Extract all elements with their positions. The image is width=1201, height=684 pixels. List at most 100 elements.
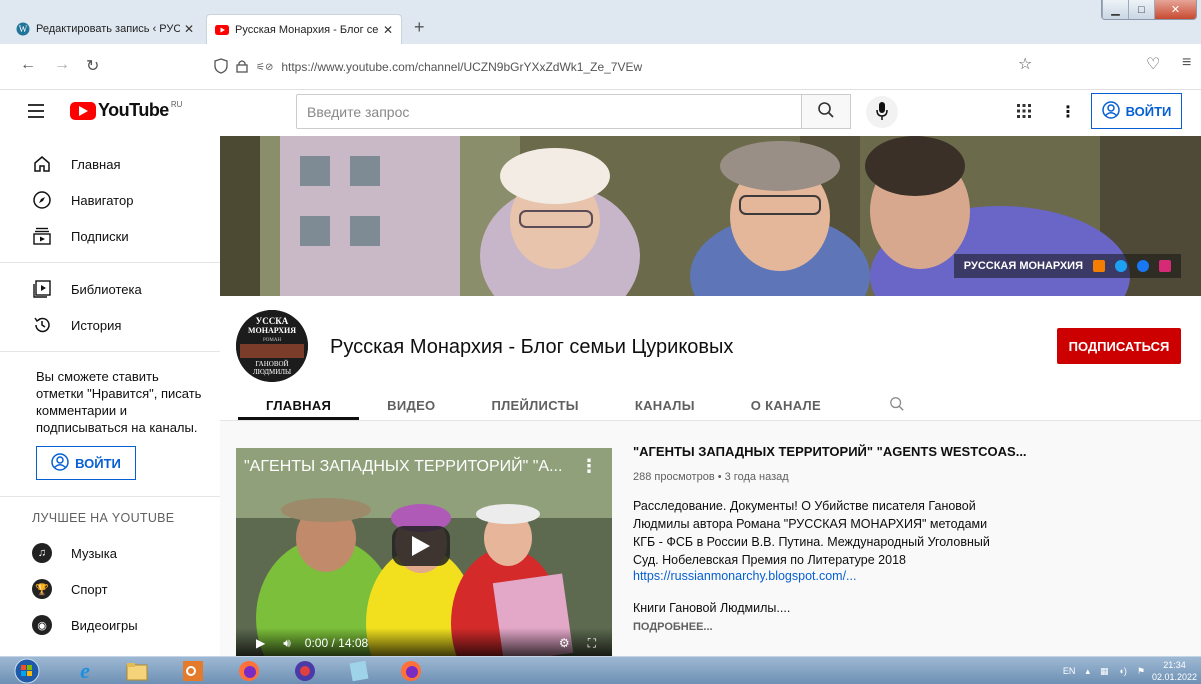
url-text: https://www.youtube.com/channel/UCZN9bGr…	[281, 60, 643, 74]
internet-explorer-icon[interactable]: e	[72, 658, 98, 683]
tab-playlists[interactable]: ПЛЕЙЛИСТЫ	[463, 386, 606, 420]
subscriptions-icon	[32, 226, 52, 246]
hamburger-menu-icon[interactable]: ≡	[1182, 54, 1191, 72]
tray-expand-icon[interactable]: ▴	[1085, 666, 1090, 677]
channel-banner: РУССКАЯ МОНАРХИЯ	[220, 136, 1201, 296]
channel-header: УССКА МОНАРХИЯ РОМАН ГАНОВОЙ ЛЮДМИЛЫ Рус…	[220, 296, 1201, 420]
youtube-logo[interactable]: YouTube RU	[70, 100, 182, 121]
reload-icon[interactable]: ↻	[86, 56, 99, 76]
tab-wordpress[interactable]: W Редактировать запись ‹ РУССК ✕	[8, 14, 202, 44]
region-code: RU	[170, 100, 183, 109]
guide-menu-icon[interactable]	[28, 104, 44, 118]
compass-icon	[32, 190, 52, 210]
volume-icon[interactable]: 🔊︎	[283, 636, 291, 651]
account-icon	[51, 452, 69, 474]
facebook-icon[interactable]	[1137, 260, 1149, 272]
tab-channels[interactable]: КАНАЛЫ	[607, 386, 723, 420]
description-books: Книги Гановой Людмилы....	[633, 601, 791, 615]
svg-text:W: W	[19, 24, 28, 34]
forward-icon[interactable]: →	[54, 56, 70, 74]
back-icon[interactable]: ←	[20, 56, 36, 74]
permissions-icon[interactable]: ⚟⊘	[256, 62, 273, 73]
sidebar-item-library[interactable]: Библиотека	[0, 271, 220, 307]
settings-icon[interactable]: ⚙	[559, 636, 570, 650]
instagram-icon[interactable]	[1159, 260, 1171, 272]
sidebar-item-home[interactable]: Главная	[0, 146, 220, 182]
windows-taskbar: e EN ▴ ▦ ◖) ⚑ 21:34 02.01.2022	[0, 656, 1201, 684]
close-window-button[interactable]: ✕	[1154, 0, 1196, 19]
svg-text:МОНАРХИЯ: МОНАРХИЯ	[248, 326, 296, 335]
minimize-button[interactable]: ▁	[1102, 0, 1128, 19]
sidebar-item-music[interactable]: ♫ Музыка	[0, 535, 220, 571]
twitter-icon[interactable]	[1115, 260, 1127, 272]
tab-home[interactable]: ГЛАВНАЯ	[238, 386, 360, 420]
banner-channel-label[interactable]: РУССКАЯ МОНАРХИЯ	[964, 260, 1083, 272]
description-link[interactable]: https://russianmonarchy.blogspot.com/...	[633, 569, 856, 583]
player-more-icon[interactable]: ⋮	[580, 456, 598, 477]
tab-youtube[interactable]: Русская Монархия - Блог семь ✕	[206, 14, 402, 44]
sidebar-item-sport[interactable]: 🏆 Спорт	[0, 571, 220, 607]
file-explorer-icon[interactable]	[124, 659, 150, 683]
sidebar-item-gaming[interactable]: ◉ Видеоигры	[0, 607, 220, 643]
youtube-header: YouTube RU ⋮ ВОЙТИ	[0, 90, 1201, 136]
outlook-icon[interactable]	[180, 659, 206, 683]
sidebar-item-label: История	[71, 317, 122, 333]
network-icon[interactable]: ▦	[1100, 666, 1109, 677]
close-tab-icon[interactable]: ✕	[383, 23, 393, 37]
notepad-icon[interactable]	[346, 659, 372, 683]
apps-grid-icon[interactable]	[1016, 103, 1032, 122]
more-options-icon[interactable]: ⋮	[1060, 102, 1076, 122]
channel-title: Русская Монархия - Блог семьи Цуриковых	[330, 336, 734, 358]
play-small-icon[interactable]: ▶	[256, 636, 265, 650]
featured-video-title[interactable]: "АГЕНТЫ ЗАПАДНЫХ ТЕРРИТОРИЙ" "AGENTS WES…	[633, 444, 1027, 459]
tab-videos[interactable]: ВИДЕО	[359, 386, 463, 420]
history-icon	[32, 315, 52, 335]
channel-search-icon[interactable]	[849, 386, 933, 420]
sidebar-item-explore[interactable]: Навигатор	[0, 182, 220, 218]
home-icon	[32, 154, 52, 174]
maximize-button[interactable]: □	[1128, 0, 1154, 19]
youtube-favicon-icon	[215, 23, 229, 37]
best-of-youtube-header: ЛУЧШЕЕ НА YOUTUBE	[32, 511, 175, 525]
sidebar-item-label: Навигатор	[71, 192, 134, 208]
avatar-logo: УССКА МОНАРХИЯ РОМАН ГАНОВОЙ ЛЮДМИЛЫ	[236, 310, 308, 382]
volume-tray-icon[interactable]: ◖)	[1118, 666, 1126, 676]
sign-in-button[interactable]: ВОЙТИ	[1091, 93, 1182, 129]
video-player[interactable]: "АГЕНТЫ ЗАПАДНЫХ ТЕРРИТОРИЙ" "А... ⋮ ▶ 🔊…	[236, 448, 612, 656]
pocket-icon[interactable]: ♡	[1146, 54, 1160, 74]
search-button[interactable]	[801, 94, 851, 129]
address-bar[interactable]: ⚟⊘ https://www.youtube.com/channel/UCZN9…	[214, 53, 1044, 81]
fullscreen-icon[interactable]: ⛶	[588, 636, 596, 651]
new-tab-button[interactable]: +	[414, 17, 425, 38]
sidebar-item-label: Спорт	[71, 581, 108, 597]
account-icon	[1101, 100, 1120, 122]
blogger-icon[interactable]	[1093, 260, 1105, 272]
sidebar-item-history[interactable]: История	[0, 307, 220, 343]
voice-search-button[interactable]	[866, 96, 898, 128]
search-input[interactable]	[296, 94, 802, 129]
microphone-icon	[876, 101, 888, 123]
read-more-button[interactable]: ПОДРОБНЕЕ...	[633, 621, 713, 633]
start-button[interactable]	[12, 658, 42, 684]
action-center-icon[interactable]: ⚑	[1137, 666, 1145, 677]
clock[interactable]: 21:34 02.01.2022	[1152, 659, 1197, 683]
browser-app-icon[interactable]	[292, 659, 318, 683]
channel-avatar[interactable]: УССКА МОНАРХИЯ РОМАН ГАНОВОЙ ЛЮДМИЛЫ	[236, 310, 308, 382]
firefox-icon[interactable]	[236, 659, 262, 683]
bookmark-star-icon[interactable]: ☆	[1018, 54, 1032, 74]
play-button[interactable]	[392, 526, 450, 566]
language-indicator[interactable]: EN	[1063, 666, 1076, 676]
player-controls: ▶ 🔊︎ 0:00 / 14:08 ⚙ ⛶	[236, 628, 612, 656]
subscribe-button[interactable]: ПОДПИСАТЬСЯ	[1057, 328, 1181, 364]
sidebar-sign-in-button[interactable]: ВОЙТИ	[36, 446, 136, 480]
close-tab-icon[interactable]: ✕	[184, 22, 194, 36]
lock-icon[interactable]	[236, 59, 248, 76]
featured-video-description: Расследование. Документы! О Убийстве пис…	[633, 499, 990, 567]
clock-date: 02.01.2022	[1151, 672, 1197, 682]
firefox-active-icon[interactable]	[398, 659, 424, 683]
channel-tabs: ГЛАВНАЯ ВИДЕО ПЛЕЙЛИСТЫ КАНАЛЫ О КАНАЛЕ	[238, 386, 933, 420]
tab-about[interactable]: О КАНАЛЕ	[723, 386, 849, 420]
shield-icon[interactable]	[214, 57, 228, 77]
sidebar-item-label: Главная	[71, 156, 121, 172]
sidebar-item-subscriptions[interactable]: Подписки	[0, 218, 220, 254]
